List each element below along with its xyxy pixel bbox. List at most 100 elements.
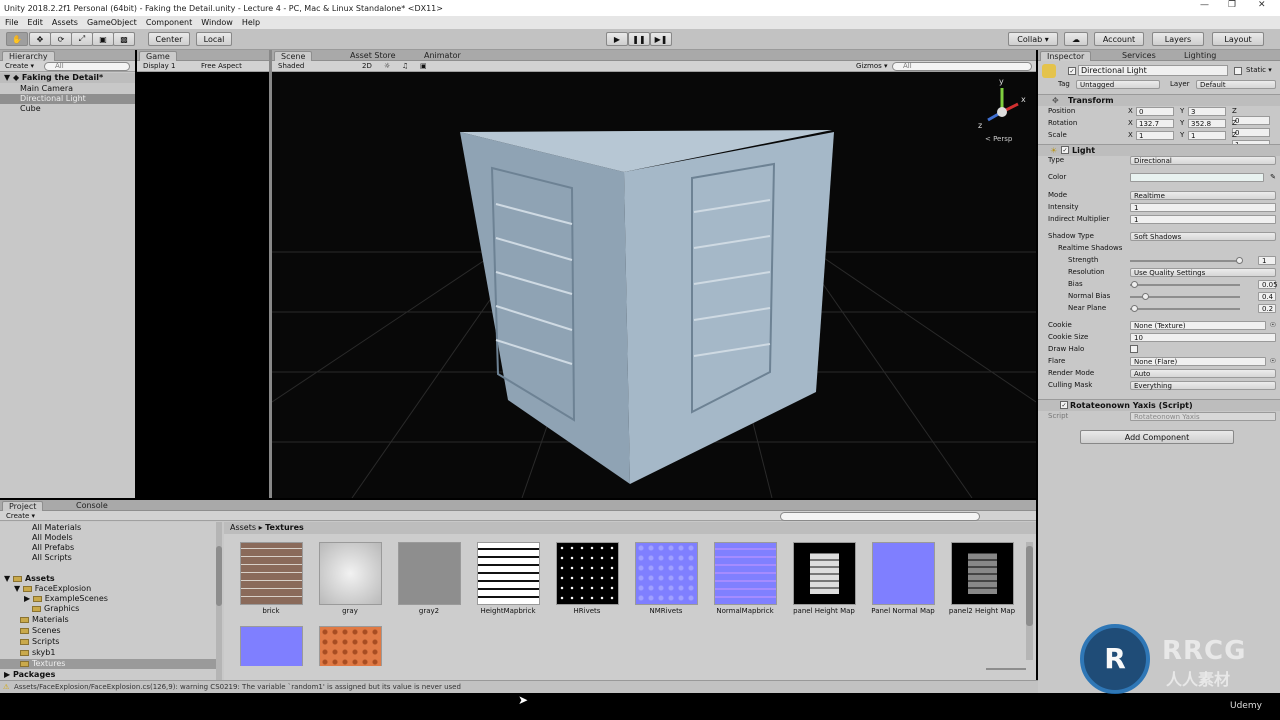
rotate-tool-icon[interactable]: ⟳ xyxy=(50,32,72,46)
status-bar[interactable]: ⚠ Assets/FaceExplosion/FaceExplosion.cs(… xyxy=(0,680,1038,693)
static-dropdown[interactable]: Static ▾ xyxy=(1246,66,1272,74)
folder-scenes[interactable]: Scenes xyxy=(0,626,216,636)
tree-scrollbar[interactable] xyxy=(216,522,222,680)
scene-viewport[interactable]: y x z < Persp xyxy=(272,72,1036,498)
add-component-button[interactable]: Add Component xyxy=(1080,430,1234,444)
collab-button[interactable]: Collab ▾ xyxy=(1008,32,1058,46)
menu-component[interactable]: Component xyxy=(146,18,192,27)
near-plane-field[interactable]: 0.2 xyxy=(1258,304,1276,313)
folder-faceexplosion[interactable]: ▼ FaceExplosion xyxy=(0,584,216,594)
account-button[interactable]: Account xyxy=(1094,32,1144,46)
bias-slider-knob[interactable] xyxy=(1131,281,1138,288)
scene-search-input[interactable]: All xyxy=(892,62,1032,71)
asset-panel-height-map[interactable]: panel Height Map xyxy=(789,542,859,622)
object-active-checkbox[interactable]: ✓ xyxy=(1068,67,1076,75)
tab-inspector[interactable]: Inspector xyxy=(1040,51,1092,61)
play-icon[interactable]: ▶ xyxy=(606,32,628,46)
draw-halo-checkbox[interactable] xyxy=(1130,345,1138,353)
breadcrumb-assets[interactable]: Assets xyxy=(230,523,256,532)
culling-mask-dropdown[interactable]: Everything xyxy=(1130,381,1276,390)
scene-root[interactable]: ▼ ◆ Faking the Detail* xyxy=(0,73,135,83)
rotation-x-field[interactable]: 132.7 xyxy=(1136,119,1174,128)
pivot-center-button[interactable]: Center xyxy=(148,32,190,46)
folder-graphics[interactable]: Graphics xyxy=(0,604,216,614)
folder-textures[interactable]: Textures xyxy=(0,659,216,669)
rotation-y-field[interactable]: 352.8 xyxy=(1188,119,1226,128)
menu-gameobject[interactable]: GameObject xyxy=(87,18,137,27)
bias-slider-track[interactable] xyxy=(1130,284,1240,286)
display-select[interactable]: Display 1 xyxy=(143,62,175,71)
hierarchy-create-button[interactable]: Create ▾ xyxy=(5,62,34,71)
persp-label[interactable]: < Persp xyxy=(985,135,1013,143)
scene-effects-icon[interactable]: ▣ xyxy=(420,62,427,71)
asset-gray[interactable]: gray xyxy=(315,542,385,622)
layer-dropdown[interactable]: Default xyxy=(1196,80,1276,89)
asset-heightmapbrick[interactable]: HeightMapbrick xyxy=(473,542,543,622)
thumbnail-size-slider[interactable] xyxy=(986,668,1026,670)
gizmos-button[interactable]: Gizmos ▾ xyxy=(856,62,888,71)
folder-examplescenes[interactable]: ▶ ExampleScenes xyxy=(0,594,216,604)
layout-button[interactable]: Layout xyxy=(1212,32,1264,46)
aspect-select[interactable]: Free Aspect xyxy=(201,62,242,71)
pause-icon[interactable]: ❚❚ xyxy=(628,32,650,46)
tab-scene[interactable]: Scene xyxy=(274,51,313,61)
pivot-local-button[interactable]: Local xyxy=(196,32,232,46)
shadow-strength-field[interactable]: 1 xyxy=(1258,256,1276,265)
tab-project[interactable]: Project xyxy=(2,501,44,511)
static-checkbox[interactable] xyxy=(1234,67,1242,75)
menu-window[interactable]: Window xyxy=(201,18,233,27)
asset-panel2-height-map[interactable]: panel2 Height Map xyxy=(947,542,1017,622)
asset-orange-rivets-texture[interactable] xyxy=(315,626,385,666)
close-icon[interactable]: ✕ xyxy=(1258,0,1266,10)
breadcrumb-textures[interactable]: Textures xyxy=(265,523,304,532)
folder-materials[interactable]: Materials xyxy=(0,615,216,625)
favorite-all-prefabs[interactable]: All Prefabs xyxy=(0,543,216,553)
hand-tool-icon[interactable]: ✋ xyxy=(6,32,28,46)
layers-button[interactable]: Layers xyxy=(1152,32,1204,46)
cloud-icon[interactable]: ☁ xyxy=(1064,32,1088,46)
favorite-all-scripts[interactable]: All Scripts xyxy=(0,553,216,563)
strength-slider-track[interactable] xyxy=(1130,260,1240,262)
hierarchy-search-input[interactable]: All xyxy=(44,62,130,71)
favorite-all-models[interactable]: All Models xyxy=(0,533,216,543)
asset-grid-scrollbar[interactable] xyxy=(1026,542,1033,660)
flare-picker-icon[interactable]: ☉ xyxy=(1270,356,1276,367)
tab-game[interactable]: Game xyxy=(139,51,177,61)
menu-file[interactable]: File xyxy=(5,18,18,27)
normal-bias-field[interactable]: 0.4 xyxy=(1258,292,1276,301)
asset-gray2[interactable]: gray2 xyxy=(394,542,464,622)
scale-y-field[interactable]: 1 xyxy=(1188,131,1226,140)
tab-services[interactable]: Services xyxy=(1116,51,1162,61)
folder-scripts[interactable]: Scripts xyxy=(0,637,216,647)
maximize-icon[interactable]: ❐ xyxy=(1228,0,1236,10)
project-create-button[interactable]: Create ▾ xyxy=(6,512,35,521)
tab-console[interactable]: Console xyxy=(70,501,114,511)
step-icon[interactable]: ▶❚ xyxy=(650,32,672,46)
shadow-resolution-dropdown[interactable]: Use Quality Settings xyxy=(1130,268,1276,277)
cookie-field[interactable]: None (Texture) xyxy=(1130,321,1266,330)
near-plane-slider-knob[interactable] xyxy=(1131,305,1138,312)
tag-dropdown[interactable]: Untagged xyxy=(1076,80,1160,89)
light-mode-dropdown[interactable]: Realtime xyxy=(1130,191,1276,200)
object-name-field[interactable]: Directional Light xyxy=(1078,65,1228,76)
folder-skyb1[interactable]: skyb1 xyxy=(0,648,216,658)
hierarchy-item-main-camera[interactable]: Main Camera xyxy=(0,84,135,94)
asset-normalmapbrick[interactable]: NormalMapbrick xyxy=(710,542,780,622)
asset-brick[interactable]: brick xyxy=(236,542,306,622)
textured-cube[interactable] xyxy=(460,130,834,484)
asset-normal-texture[interactable] xyxy=(236,626,306,666)
shadow-type-dropdown[interactable]: Soft Shadows xyxy=(1130,232,1276,241)
favorite-all-materials[interactable]: All Materials xyxy=(0,523,216,533)
toggle-2d-button[interactable]: 2D xyxy=(362,62,372,71)
packages-folder[interactable]: ▶ Packages xyxy=(0,670,216,680)
rect-tool-icon[interactable]: ▣ xyxy=(92,32,114,46)
asset-nmrivets[interactable]: NMRivets xyxy=(631,542,701,622)
project-search-input[interactable] xyxy=(780,512,980,521)
menu-assets[interactable]: Assets xyxy=(52,18,78,27)
strength-slider-knob[interactable] xyxy=(1236,257,1243,264)
asset-panel-normal-map[interactable]: Panel Normal Map xyxy=(868,542,938,622)
flare-field[interactable]: None (Flare) xyxy=(1130,357,1266,366)
scale-x-field[interactable]: 1 xyxy=(1136,131,1174,140)
menu-edit[interactable]: Edit xyxy=(27,18,43,27)
script-component-header[interactable]: Rotateonown Yaxis (Script) xyxy=(1038,399,1280,411)
